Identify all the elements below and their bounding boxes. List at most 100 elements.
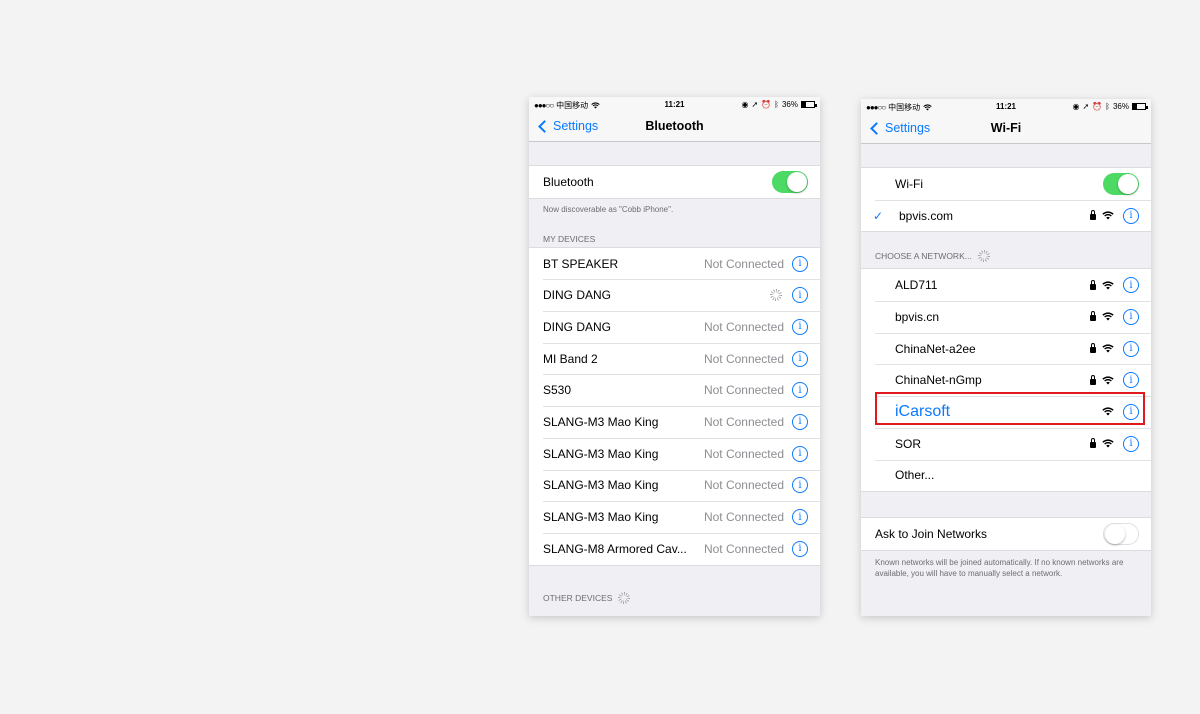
status-bar: ●●●○○ 中国移动 11:21 ◉ ➚ ⏰ ᛒ 36% bbox=[529, 97, 820, 111]
other-devices-header-label: OTHER DEVICES bbox=[543, 592, 613, 603]
info-icon[interactable]: i bbox=[792, 477, 808, 494]
my-devices-list: BT SPEAKER Not Connected i DING DANG i D… bbox=[529, 246, 820, 566]
navigation-bar: Settings Wi-Fi bbox=[861, 113, 1151, 144]
arrow-icon: ➚ bbox=[1082, 102, 1090, 111]
device-row[interactable]: DING DANG i bbox=[529, 279, 820, 311]
device-row[interactable]: S530 Not Connected i bbox=[529, 374, 820, 406]
my-devices-header: MY DEVICES bbox=[529, 231, 820, 247]
network-name: ChinaNet-a2ee bbox=[895, 341, 976, 356]
device-name: DING DANG bbox=[543, 288, 612, 303]
battery-percent: 36% bbox=[781, 100, 798, 109]
network-name: ChinaNet-nGmp bbox=[895, 373, 982, 388]
alarm-icon: ⏰ bbox=[1092, 102, 1103, 111]
info-icon[interactable]: i bbox=[792, 318, 808, 335]
device-row[interactable]: MI Band 2 Not Connected i bbox=[529, 342, 820, 375]
wifi-signal-icon bbox=[1102, 439, 1114, 448]
device-name: SLANG-M3 Mao King bbox=[543, 414, 659, 429]
other-network-label: Other... bbox=[895, 468, 935, 483]
other-devices-header: OTHER DEVICES bbox=[529, 591, 820, 604]
device-status: Not Connected bbox=[703, 383, 784, 398]
discoverable-note: Now discoverable as "Cobb iPhone". bbox=[543, 204, 674, 214]
device-row[interactable]: SLANG-M3 Mao King Not Connected i bbox=[529, 437, 820, 470]
info-icon[interactable]: i bbox=[1123, 403, 1139, 420]
bluetooth-settings-screen: ●●●○○ 中国移动 11:21 ◉ ➚ ⏰ ᛒ 36% Settings Bl… bbox=[529, 97, 820, 616]
ask-join-label: Ask to Join Networks bbox=[875, 527, 988, 542]
network-row[interactable]: bpvis.cn i bbox=[861, 301, 1151, 333]
lock-icon bbox=[1090, 279, 1096, 290]
info-icon[interactable]: i bbox=[1123, 207, 1139, 224]
bluetooth-icon: ᛒ bbox=[1105, 102, 1110, 111]
info-icon[interactable]: i bbox=[792, 287, 808, 304]
checkmark-icon: ✓ bbox=[873, 208, 884, 223]
info-icon[interactable]: i bbox=[792, 509, 808, 526]
info-icon[interactable]: i bbox=[1123, 277, 1139, 294]
device-name: SLANG-M3 Mao King bbox=[543, 510, 659, 525]
network-name: ALD711 bbox=[895, 278, 938, 293]
alarm-icon: ⏰ bbox=[761, 100, 772, 109]
device-name: S530 bbox=[543, 383, 572, 398]
wifi-signal-icon bbox=[1102, 407, 1114, 416]
device-status: Not Connected bbox=[703, 446, 784, 461]
device-row[interactable]: SLANG-M8 Armored Cav... Not Connected i bbox=[529, 532, 820, 565]
device-status: Not Connected bbox=[703, 256, 784, 271]
wifi-toggle-row: Wi-Fi bbox=[861, 168, 1151, 200]
device-status: Not Connected bbox=[703, 319, 784, 334]
device-row[interactable]: DING DANG Not Connected i bbox=[529, 311, 820, 343]
device-status: Not Connected bbox=[703, 414, 784, 429]
device-status: Not Connected bbox=[703, 478, 784, 493]
info-icon[interactable]: i bbox=[1123, 340, 1139, 357]
device-row[interactable]: SLANG-M3 Mao King Not Connected i bbox=[529, 469, 820, 502]
network-name: bpvis.com bbox=[899, 208, 954, 223]
device-status: Not Connected bbox=[703, 351, 784, 366]
info-icon[interactable]: i bbox=[792, 413, 808, 430]
choose-network-header-label: CHOOSE A NETWORK... bbox=[875, 251, 972, 262]
device-name: DING DANG bbox=[543, 319, 612, 334]
ask-join-note: Known networks will be joined automatica… bbox=[875, 557, 1124, 578]
loading-spinner-icon bbox=[618, 591, 631, 604]
battery-percent: 36% bbox=[1112, 102, 1129, 111]
wifi-signal-icon bbox=[1102, 211, 1114, 220]
device-name: SLANG-M3 Mao King bbox=[543, 446, 659, 461]
wifi-toggle[interactable] bbox=[1103, 172, 1139, 195]
choose-network-header: CHOOSE A NETWORK... bbox=[861, 246, 1151, 266]
bluetooth-toggle-group: Bluetooth bbox=[529, 165, 820, 199]
device-name: SLANG-M8 Armored Cav... bbox=[543, 541, 687, 556]
network-row-highlighted[interactable]: iCarsoft i bbox=[861, 396, 1151, 428]
device-row[interactable]: BT SPEAKER Not Connected i bbox=[529, 248, 820, 280]
info-icon[interactable]: i bbox=[1123, 372, 1139, 389]
device-name: BT SPEAKER bbox=[543, 256, 619, 271]
other-network-row[interactable]: Other... bbox=[861, 459, 1151, 492]
network-row[interactable]: SOR i bbox=[861, 427, 1151, 460]
network-name: iCarsoft bbox=[895, 402, 951, 420]
info-icon[interactable]: i bbox=[792, 540, 808, 557]
bluetooth-toggle-row: Bluetooth bbox=[529, 166, 820, 198]
arrow-icon: ➚ bbox=[751, 100, 759, 109]
device-row[interactable]: SLANG-M3 Mao King Not Connected i bbox=[529, 406, 820, 438]
navigation-bar: Settings Bluetooth bbox=[529, 111, 820, 142]
battery-icon bbox=[1132, 103, 1148, 110]
device-name: SLANG-M3 Mao King bbox=[543, 478, 659, 493]
info-icon[interactable]: i bbox=[792, 255, 808, 272]
network-row[interactable]: ChinaNet-a2ee i bbox=[861, 332, 1151, 365]
network-row[interactable]: ALD711 i bbox=[861, 269, 1151, 301]
network-row[interactable]: ChinaNet-nGmp i bbox=[861, 364, 1151, 396]
info-icon[interactable]: i bbox=[1123, 308, 1139, 325]
network-name: SOR bbox=[895, 436, 922, 451]
my-devices-header-label: MY DEVICES bbox=[543, 233, 596, 244]
lock-icon bbox=[1090, 374, 1096, 385]
bluetooth-toggle[interactable] bbox=[772, 170, 808, 193]
lock-icon bbox=[1090, 210, 1096, 221]
device-row[interactable]: SLANG-M3 Mao King Not Connected i bbox=[529, 501, 820, 533]
info-icon[interactable]: i bbox=[792, 445, 808, 462]
connected-network-row[interactable]: ✓ bpvis.com i bbox=[861, 199, 1151, 232]
ask-join-toggle[interactable] bbox=[1103, 523, 1139, 546]
bluetooth-icon: ᛒ bbox=[774, 100, 779, 109]
device-status: Not Connected bbox=[703, 541, 784, 556]
wifi-signal-icon bbox=[1102, 344, 1114, 353]
info-icon[interactable]: i bbox=[792, 382, 808, 399]
location-icon: ◉ bbox=[741, 100, 749, 109]
info-icon[interactable]: i bbox=[792, 350, 808, 367]
lock-icon bbox=[1090, 438, 1096, 449]
wifi-signal-icon bbox=[1102, 281, 1114, 290]
info-icon[interactable]: i bbox=[1123, 435, 1139, 452]
